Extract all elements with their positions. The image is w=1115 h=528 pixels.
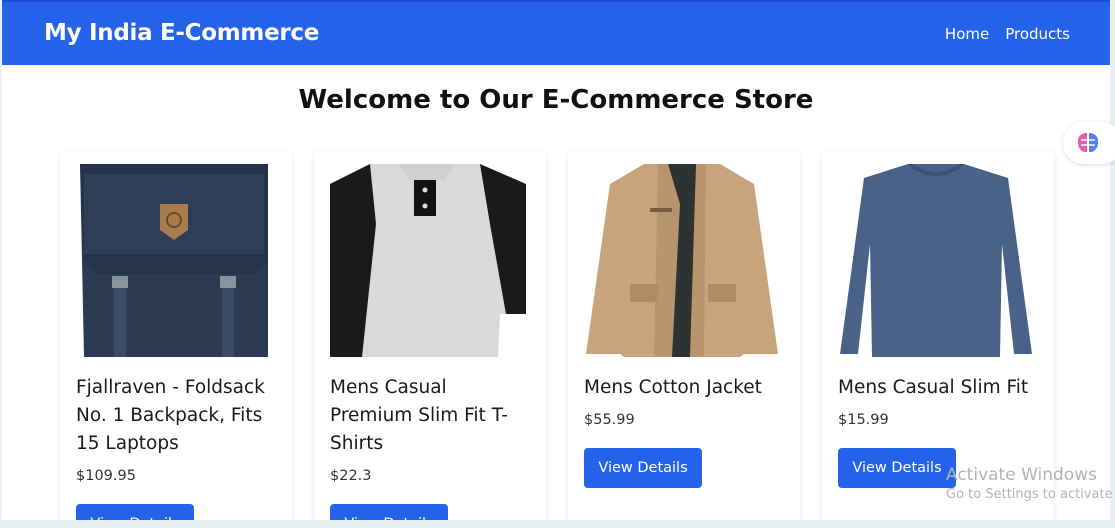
longsleeve-image[interactable] (838, 164, 1034, 357)
watermark-subtitle: Go to Settings to activate (946, 487, 1113, 502)
assistant-extension-button[interactable] (1063, 122, 1115, 164)
nav-link-home[interactable]: Home (945, 25, 989, 43)
product-title[interactable]: Mens Casual Slim Fit (838, 374, 1038, 402)
page-title: Welcome to Our E-Commerce Store (298, 85, 814, 115)
product-price: $15.99 (838, 412, 889, 428)
product-title[interactable]: Mens Cotton Jacket (584, 374, 784, 402)
navbar: My India E-Commerce Home Products (2, 0, 1110, 65)
tshirt-image[interactable] (330, 164, 526, 357)
windows-activation-watermark: Activate Windows Go to Settings to activ… (946, 465, 1113, 502)
nav-link-products[interactable]: Products (1005, 25, 1070, 43)
product-title[interactable]: Fjallraven - Foldsack No. 1 Backpack, Fi… (76, 374, 276, 458)
product-price: $109.95 (76, 468, 136, 484)
product-card: Mens Cotton Jacket $55.99 View Details (568, 152, 800, 520)
jacket-image[interactable] (584, 164, 780, 357)
watermark-title: Activate Windows (946, 465, 1097, 485)
nav-links: Home Products (945, 25, 1070, 43)
product-title[interactable]: Mens Casual Premium Slim Fit T-Shirts (330, 374, 530, 458)
view-details-button[interactable]: View Details (838, 448, 956, 488)
view-details-button[interactable]: View Details (330, 504, 448, 520)
backpack-image[interactable] (76, 164, 272, 357)
view-details-button[interactable]: View Details (76, 504, 194, 520)
product-card: Mens Casual Premium Slim Fit T-Shirts $2… (314, 152, 546, 520)
product-card: Fjallraven - Foldsack No. 1 Backpack, Fi… (60, 152, 292, 520)
brain-icon (1077, 133, 1099, 153)
browser-viewport: My India E-Commerce Home Products Welcom… (2, 0, 1110, 520)
product-price: $55.99 (584, 412, 635, 428)
brand-title[interactable]: My India E-Commerce (44, 20, 319, 46)
view-details-button[interactable]: View Details (584, 448, 702, 488)
product-price: $22.3 (330, 468, 372, 484)
